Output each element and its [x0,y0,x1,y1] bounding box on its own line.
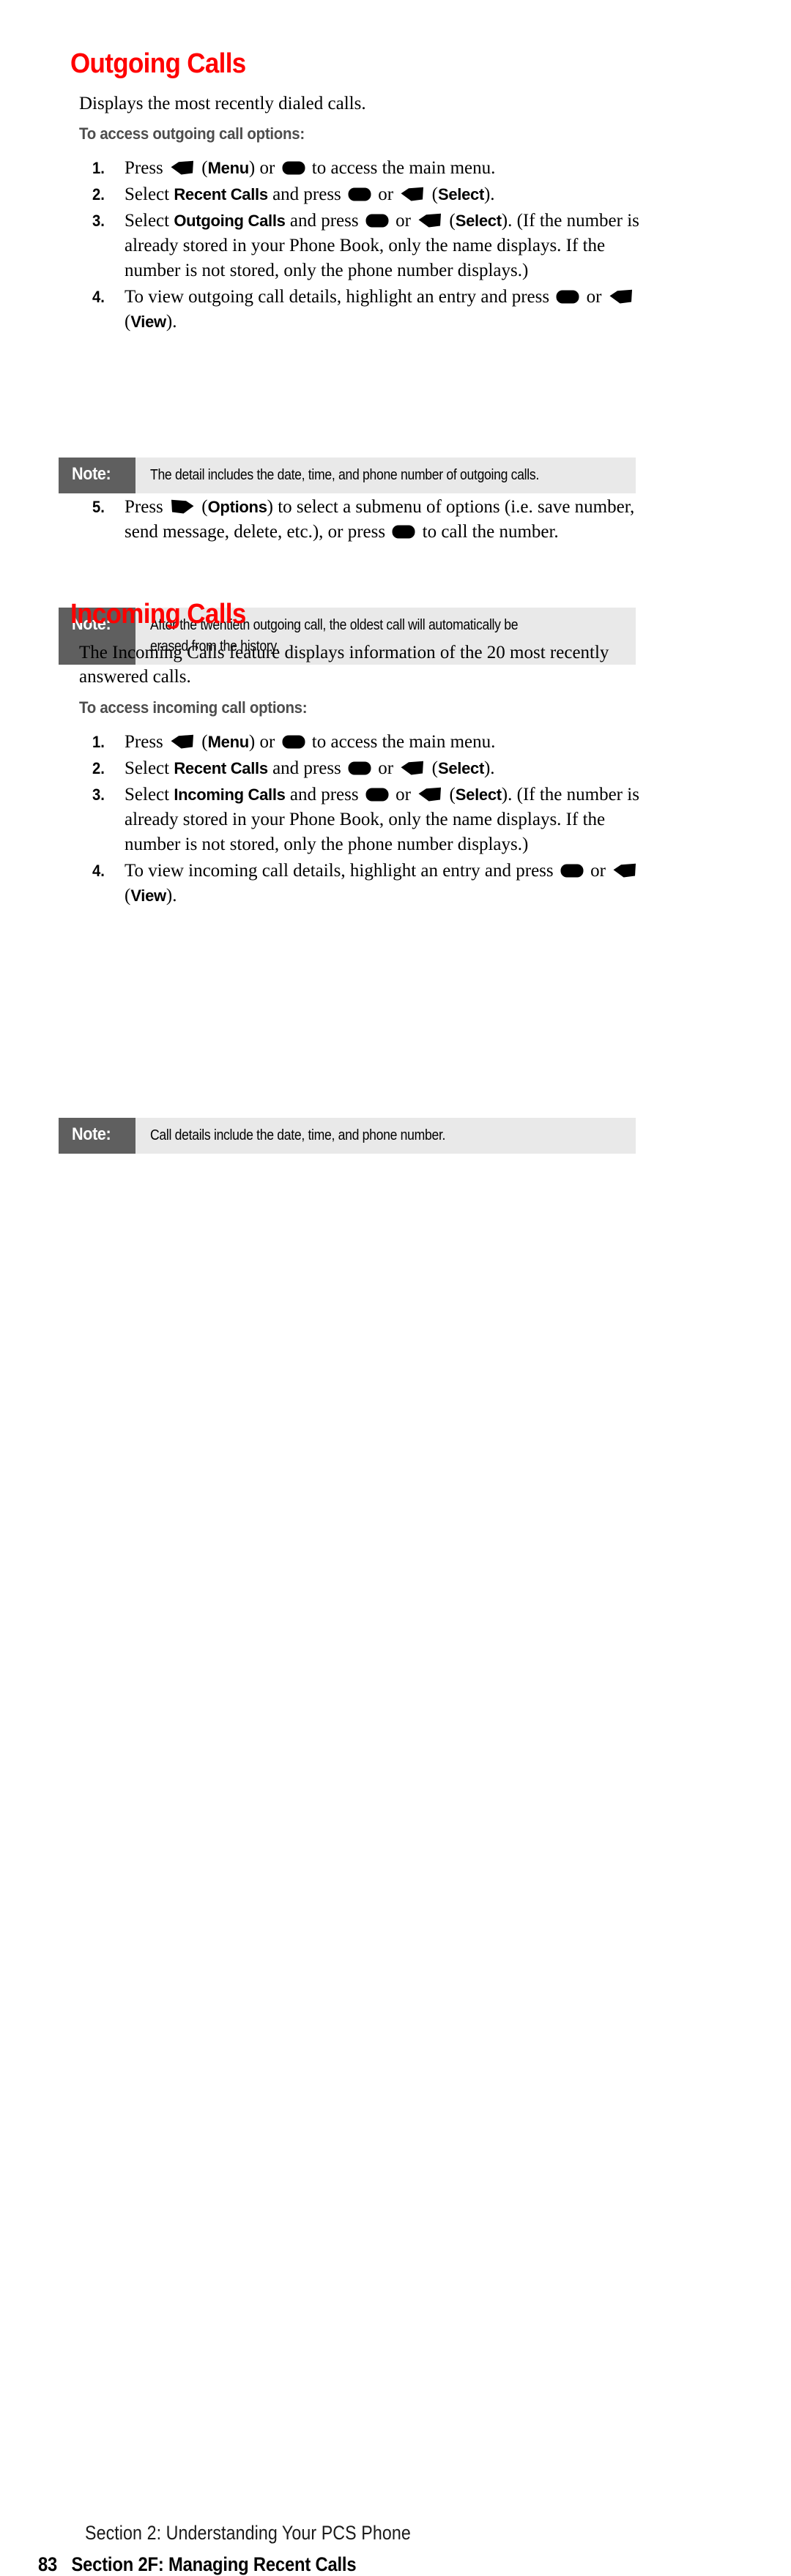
ui-term: Recent Calls [174,185,268,204]
ok-key-icon [365,214,389,228]
ui-term: Recent Calls [174,759,268,777]
ui-term: Menu [207,733,250,751]
step-number: 2. [92,759,105,777]
footer-section-line: 83 Section 2F: Managing Recent Calls [38,2553,357,2576]
page-number: 83 [38,2553,58,2575]
ok-key-icon [365,788,389,802]
ok-key-icon [282,735,305,749]
left-softkey-icon [170,734,195,749]
page-title-outgoing-calls: Outgoing Calls [70,48,246,79]
ui-term: Select [455,785,502,804]
manual-page: Outgoing Calls Displays the most recentl… [0,0,791,2575]
ok-key-icon [282,161,305,175]
step-number: 3. [92,785,105,804]
outgoing-subheading: To access outgoing call options: [79,124,305,143]
note-outgoing-detail: Note: The detail includes the date, time… [59,458,636,493]
note-label: Note: [59,458,135,493]
step-number: 1. [92,159,105,177]
list-item-step: 1. Press (Menu) or to access the main men… [79,730,658,755]
ui-term: Options [207,498,267,516]
note-incoming-detail: Note: Call details include the date, tim… [59,1118,636,1154]
footer-running-head: Section 2: Understanding Your PCS Phone [85,2522,411,2544]
step-number: 2. [92,185,105,204]
left-softkey-icon [417,787,442,802]
ui-term: Select [437,185,484,204]
step-number: 3. [92,212,105,230]
list-item-step: 3. Select Outgoing Calls and press or (Se… [79,209,658,283]
outgoing-steps-list-continued: 5. Press (Options) to select a submenu of… [79,495,658,546]
ok-key-icon [556,290,579,304]
ok-key-icon [560,864,584,878]
left-softkey-icon [609,289,634,304]
note-box-incoming-detail: Note: Call details include the date, tim… [59,1118,636,1154]
ok-key-icon [392,525,415,539]
left-softkey-icon [612,863,637,878]
note-body: The detail includes the date, time, and … [135,458,604,493]
ui-term: Select [437,759,484,777]
list-item-step: 2. Select Recent Calls and press or (Sele… [79,756,658,781]
left-softkey-icon [400,187,425,201]
note-body: Call details include the date, time, and… [135,1118,497,1154]
step-number: 4. [92,288,105,306]
outgoing-intro-text: Displays the most recently dialed calls. [79,94,366,113]
left-softkey-icon [417,213,442,228]
step-number: 5. [92,498,105,516]
ui-term: Select [455,212,502,230]
note-text-line: The detail includes the date, time, and … [150,467,539,483]
note-label: Note: [59,1118,135,1154]
page-title-incoming-calls: Incoming Calls [70,599,246,630]
incoming-steps-list: 1. Press (Menu) or to access the main men… [79,730,658,910]
outgoing-steps-list: 1. Press (Menu) or to access the main men… [79,156,658,336]
ok-key-icon [348,761,371,775]
ui-term: View [130,886,166,905]
left-softkey-icon [400,761,425,775]
ui-term: Incoming Calls [174,785,286,804]
list-item-step: 4. To view outgoing call details, highlig… [79,285,658,335]
step-number: 4. [92,862,105,880]
ui-term: View [130,313,166,331]
list-item-step: 1. Press (Menu) or to access the main men… [79,156,658,181]
list-item-step: 2. Select Recent Calls and press or (Sele… [79,182,658,207]
ui-term: Menu [207,159,250,177]
note-text-line: Call details include the date, time, and… [150,1127,446,1143]
right-softkey-icon [170,499,195,514]
incoming-subheading: To access incoming call options: [79,698,308,717]
incoming-intro-text: The Incoming Calls feature displays info… [79,643,609,687]
list-item-step: 4. To view incoming call details, highlig… [79,859,658,908]
ui-term: Outgoing Calls [174,212,286,230]
note-box-outgoing-detail: Note: The detail includes the date, time… [59,458,636,493]
list-item-step: 5. Press (Options) to select a submenu of… [79,495,658,545]
list-item-step: 3. Select Incoming Calls and press or (Se… [79,783,658,857]
left-softkey-icon [170,160,195,175]
footer-section-title: Section 2F: Managing Recent Calls [71,2553,357,2575]
ok-key-icon [348,187,371,201]
step-number: 1. [92,733,105,751]
